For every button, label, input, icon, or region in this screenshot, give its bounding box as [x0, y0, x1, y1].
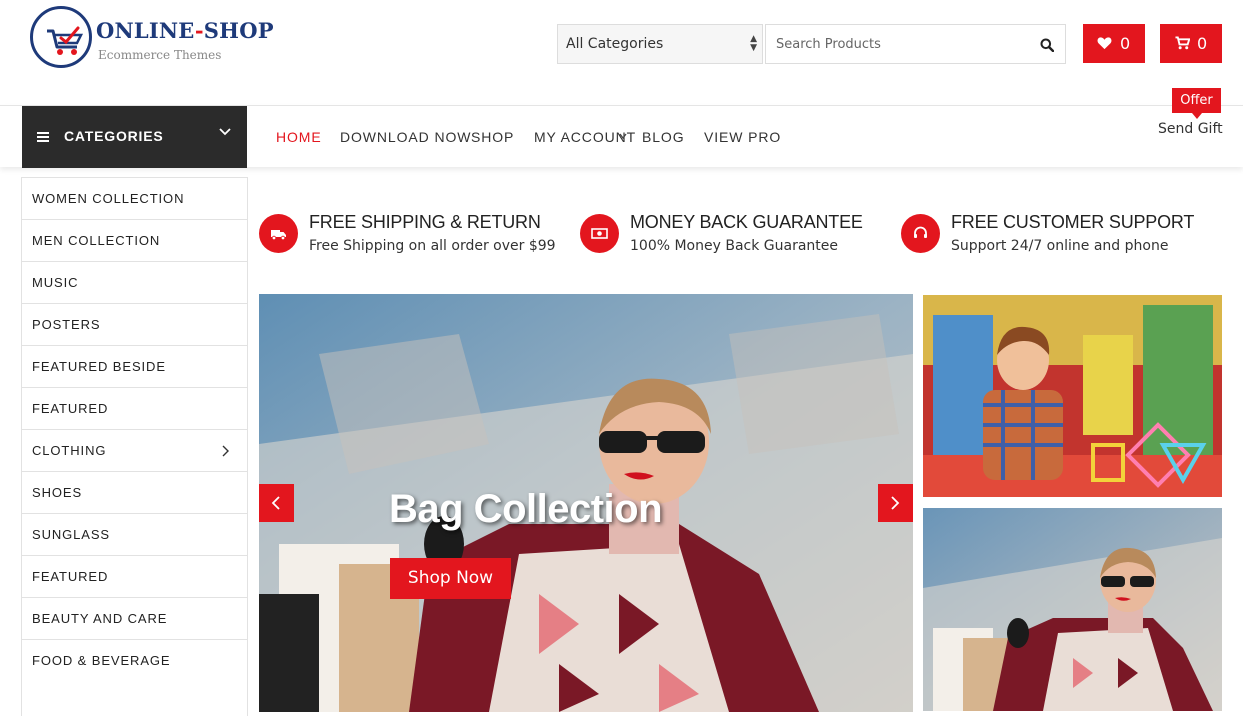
sidebar-item-food-beverage[interactable]: FOOD & BEVERAGE — [22, 640, 247, 682]
search-icon — [1040, 38, 1054, 52]
sidebar-item-posters[interactable]: POSTERS — [22, 304, 247, 346]
search-button[interactable] — [1031, 25, 1065, 63]
nav-shop[interactable]: SHOP — [471, 129, 514, 145]
nav-home[interactable]: HOME — [276, 129, 322, 145]
chevron-down-icon — [219, 128, 231, 136]
truck-icon — [259, 214, 298, 253]
sidebar-item-label: FEATURED — [32, 401, 109, 416]
nav-blog[interactable]: BLOG — [642, 129, 685, 145]
sidebar-item-label: SUNGLASS — [32, 527, 111, 542]
banner-bags-photo — [923, 508, 1222, 711]
sidebar-item-label: WOMEN COLLECTION — [32, 191, 185, 206]
chevron-down-icon — [619, 133, 627, 140]
sidebar-item-label: FEATURED — [32, 569, 109, 584]
feature-money-back: MONEY BACK GUARANTEE 100% Money Back Gua… — [580, 210, 890, 260]
brand-name: ONLINE-SHOP — [96, 18, 274, 43]
categories-toggle[interactable]: CATEGORIES — [22, 106, 247, 168]
sidebar-item-label: CLOTHING — [32, 443, 107, 458]
wishlist-count: 0 — [1120, 34, 1131, 53]
categories-label: CATEGORIES — [64, 128, 164, 144]
category-select-value: All Categories — [566, 36, 664, 52]
sidebar-item-label: FEATURED BESIDE — [32, 359, 166, 374]
shop-now-button[interactable]: Shop Now — [390, 558, 511, 599]
slider-prev-button[interactable] — [259, 484, 294, 522]
feature-shipping: FREE SHIPPING & RETURN Free Shipping on … — [259, 210, 569, 260]
sidebar-item-beauty-and-care[interactable]: BEAUTY AND CARE — [22, 598, 247, 640]
category-select[interactable]: All Categories ▲ ▼ — [557, 24, 763, 64]
search-box — [765, 24, 1066, 64]
sidebar-item-featured[interactable]: FEATURED — [22, 388, 247, 430]
cart-logo-icon — [47, 26, 84, 55]
heart-icon — [1097, 37, 1112, 50]
brand-tagline: Ecommerce Themes — [98, 48, 222, 62]
banner-toys-photo — [923, 295, 1222, 497]
feature-subtitle: Free Shipping on all order over $99 — [309, 238, 556, 254]
feature-support: FREE CUSTOMER SUPPORT Support 24/7 onlin… — [901, 210, 1221, 260]
promo-banner-bags[interactable] — [923, 508, 1222, 711]
hero-slider: Bag Collection Shop Now — [259, 294, 913, 712]
sidebar-item-featured-beside[interactable]: FEATURED BESIDE — [22, 346, 247, 388]
site-header: ONLINE-SHOP Ecommerce Themes All Categor… — [0, 0, 1243, 105]
sidebar-item-women-collection[interactable]: WOMEN COLLECTION — [22, 178, 247, 220]
nav-view-pro[interactable]: VIEW PRO — [704, 129, 781, 145]
sidebar-item-featured-2[interactable]: FEATURED — [22, 556, 247, 598]
sidebar-item-sunglass[interactable]: SUNGLASS — [22, 514, 247, 556]
headset-icon — [901, 214, 940, 253]
feature-subtitle: 100% Money Back Guarantee — [630, 238, 839, 254]
chevron-left-icon — [271, 496, 280, 510]
sidebar-item-label: MUSIC — [32, 275, 79, 290]
slider-next-button[interactable] — [878, 484, 913, 522]
chevron-right-icon — [222, 445, 229, 457]
feature-title: FREE CUSTOMER SUPPORT — [951, 212, 1195, 232]
category-sidebar: WOMEN COLLECTION MEN COLLECTION MUSIC PO… — [21, 177, 248, 716]
feature-subtitle: Support 24/7 online and phone — [951, 238, 1169, 254]
sidebar-item-music[interactable]: MUSIC — [22, 262, 247, 304]
sidebar-item-men-collection[interactable]: MEN COLLECTION — [22, 220, 247, 262]
nav-download-now[interactable]: DOWNLOAD NOW — [340, 129, 471, 145]
promo-banner-toys[interactable] — [923, 295, 1222, 497]
select-arrows-icon: ▲ ▼ — [750, 34, 757, 53]
offer-badge: Offer — [1172, 88, 1221, 119]
sidebar-item-label: BEAUTY AND CARE — [32, 611, 168, 626]
chevron-right-icon — [891, 496, 900, 510]
wishlist-button[interactable]: 0 — [1083, 24, 1145, 63]
cart-icon — [1175, 36, 1190, 50]
hamburger-icon — [37, 132, 49, 142]
sidebar-item-label: SHOES — [32, 485, 83, 500]
sidebar-item-label: POSTERS — [32, 317, 101, 332]
sidebar-item-clothing[interactable]: CLOTHING — [22, 430, 247, 472]
search-input[interactable] — [766, 25, 1031, 63]
sidebar-item-shoes[interactable]: SHOES — [22, 472, 247, 514]
main-navbar: CATEGORIES HOME DOWNLOAD NOW SHOP MY ACC… — [0, 88, 1243, 168]
sidebar-item-label: MEN COLLECTION — [32, 233, 161, 248]
site-logo[interactable]: ONLINE-SHOP Ecommerce Themes — [28, 4, 274, 70]
logo-emblem — [30, 6, 92, 68]
feature-title: MONEY BACK GUARANTEE — [630, 212, 863, 232]
cart-count: 0 — [1197, 34, 1208, 53]
send-gift-link[interactable]: Send Gift — [1158, 121, 1223, 137]
money-icon — [580, 214, 619, 253]
slide-title: Bag Collection — [389, 487, 663, 531]
sidebar-item-label: FOOD & BEVERAGE — [32, 653, 171, 668]
feature-title: FREE SHIPPING & RETURN — [309, 212, 541, 232]
cart-button[interactable]: 0 — [1160, 24, 1222, 63]
